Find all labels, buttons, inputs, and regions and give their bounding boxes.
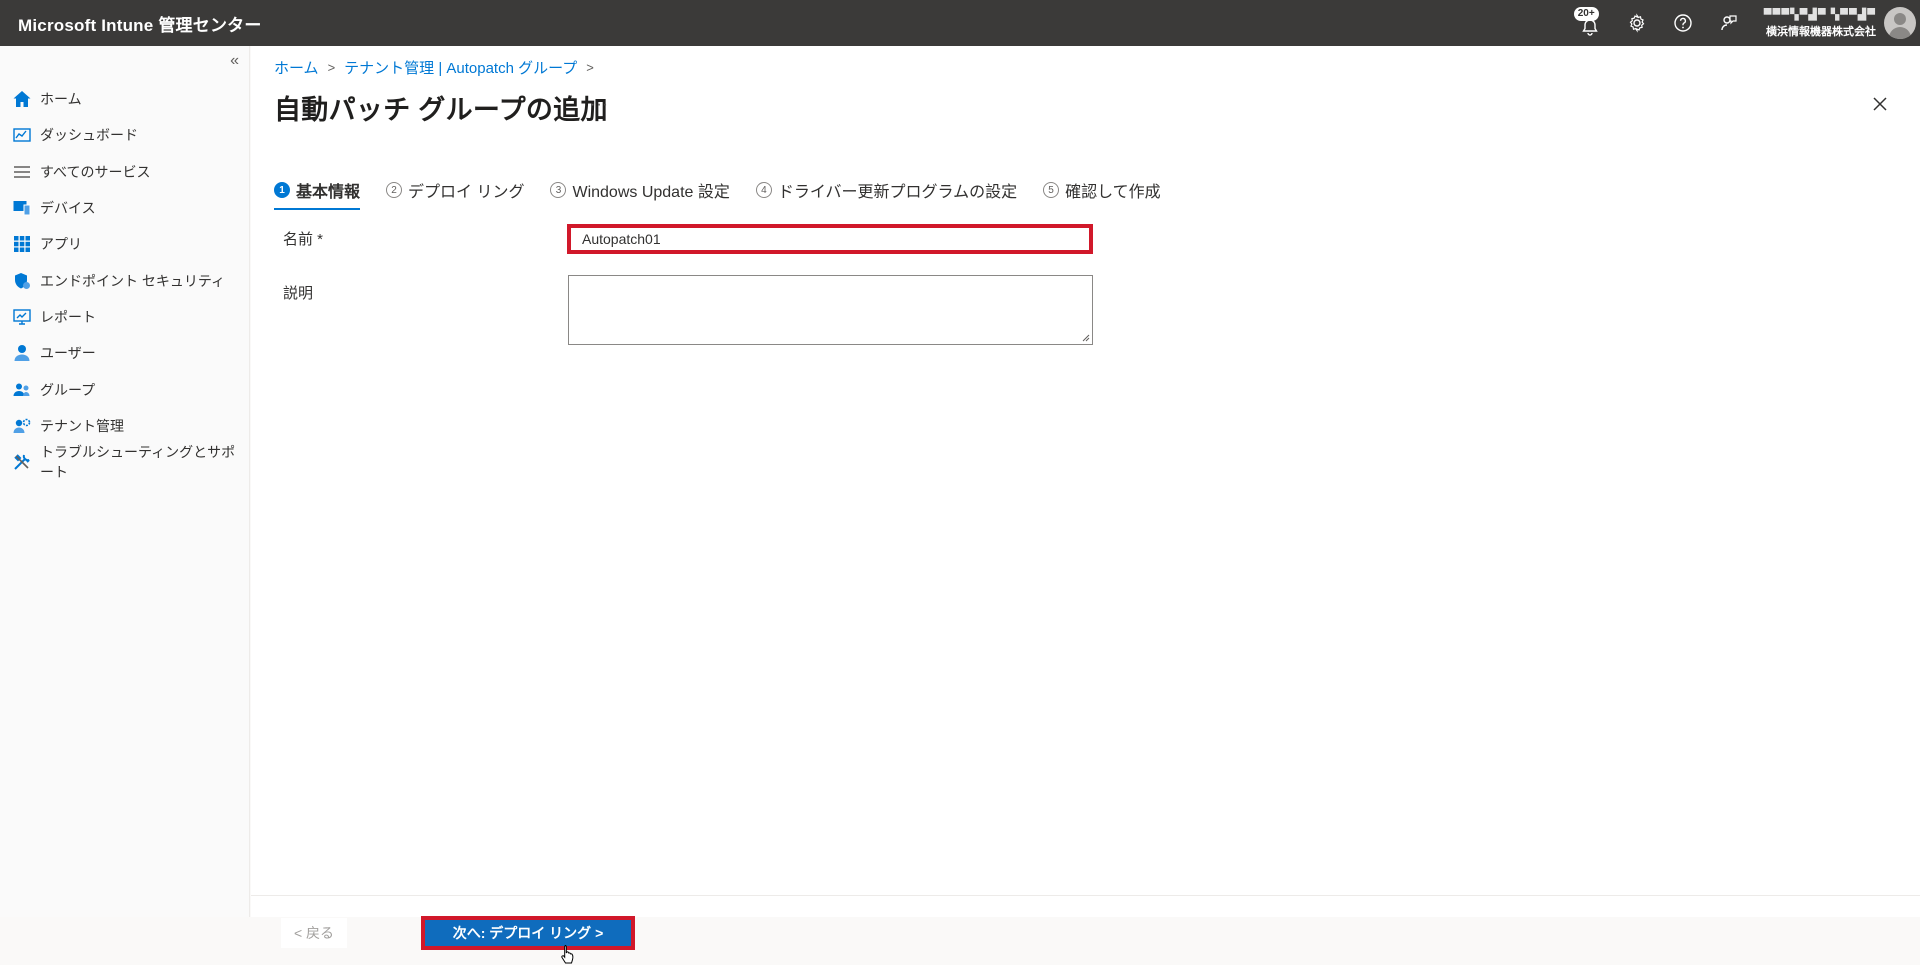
app-title[interactable]: Microsoft Intune 管理センター — [0, 11, 262, 36]
step-number: 5 — [1043, 182, 1060, 198]
user-icon — [12, 343, 32, 363]
breadcrumb-autopatch-link[interactable]: テナント管理 | Autopatch グループ — [344, 57, 577, 78]
shield-icon — [12, 271, 32, 291]
chevron-right-icon: > — [327, 60, 336, 75]
main-panel: ホーム > テナント管理 | Autopatch グループ > 自動パッチ グル… — [251, 46, 1920, 964]
list-icon — [12, 162, 32, 182]
sidebar-item-devices[interactable]: デバイス — [0, 190, 249, 226]
home-icon — [12, 89, 32, 109]
step-review-create[interactable]: 5 確認して作成 — [1043, 172, 1161, 208]
notifications-badge: 20+ — [1573, 7, 1599, 21]
sidebar-item-label: すべてのサービス — [40, 163, 151, 180]
step-windows-update-settings[interactable]: 3 Windows Update 設定 — [550, 172, 730, 208]
sidebar-item-tenant-admin[interactable]: テナント管理 — [0, 408, 249, 444]
step-driver-update-settings[interactable]: 4 ドライバー更新プログラムの設定 — [755, 172, 1018, 208]
step-label: Windows Update 設定 — [572, 184, 730, 201]
sidebar-item-users[interactable]: ユーザー — [0, 335, 249, 371]
sidebar-item-reports[interactable]: レポート — [0, 299, 249, 335]
settings-button[interactable] — [1614, 0, 1660, 46]
step-label: ドライバー更新プログラムの設定 — [777, 184, 1018, 201]
account-info[interactable]: ▀▀▀▚▀▟▀ ▚▀▀▟▀ 横浜情報機器株式会社 — [1764, 8, 1876, 39]
sidebar-item-apps[interactable]: アプリ — [0, 226, 249, 262]
name-label: 名前 * — [283, 231, 324, 248]
breadcrumb-home-link[interactable]: ホーム — [274, 57, 319, 78]
step-label: 基本情報 — [296, 184, 361, 201]
wizard-steps: 1 基本情報 2 デプロイ リング 3 Windows Update 設定 4 … — [274, 172, 1187, 212]
collapse-sidebar-button[interactable]: « — [230, 52, 239, 70]
name-input[interactable]: Autopatch01 — [567, 224, 1093, 254]
step-number: 4 — [755, 182, 772, 198]
apps-icon — [12, 234, 32, 254]
step-number: 2 — [386, 182, 403, 198]
sidebar-item-label: ダッシュボード — [40, 127, 138, 144]
sidebar-item-label: テナント管理 — [40, 417, 124, 434]
top-bar-actions: 20+ ▀▀▀▚▀▟▀ ▚▀▀▟▀ 横浜情報機器株式会社 — [1566, 0, 1920, 46]
sidebar-item-label: トラブルシューティングとサポート — [40, 444, 236, 481]
notifications-button[interactable]: 20+ — [1566, 0, 1614, 46]
sidebar-item-label: デバイス — [40, 200, 96, 217]
back-button[interactable]: < 戻る — [281, 918, 347, 948]
account-org: 横浜情報機器株式会社 — [1766, 25, 1876, 38]
chevron-right-icon: > — [586, 60, 594, 75]
sidebar-item-label: エンドポイント セキュリティ — [40, 272, 226, 289]
close-icon[interactable] — [1870, 94, 1890, 114]
page-title: 自動パッチ グループの追加 — [274, 95, 608, 125]
step-label: 確認して作成 — [1065, 184, 1161, 201]
tools-icon — [12, 452, 32, 472]
more-options-button[interactable]: ··· — [590, 96, 609, 114]
sidebar-item-all-services[interactable]: すべてのサービス — [0, 154, 249, 190]
sidebar-nav: ホーム ダッシュボード すべてのサービス デバイス アプリ エンドポイント セキ… — [0, 81, 249, 480]
groups-icon — [12, 380, 32, 400]
sidebar-item-groups[interactable]: グループ — [0, 371, 249, 407]
settings-icon — [1629, 13, 1645, 33]
account-name: ▀▀▀▚▀▟▀ ▚▀▀▟▀ — [1763, 8, 1876, 21]
sidebar-item-label: ホーム — [40, 91, 82, 108]
hand-cursor-icon — [561, 945, 574, 964]
avatar[interactable] — [1884, 7, 1916, 39]
step-number: 1 — [274, 182, 290, 198]
footer-divider — [251, 895, 1920, 896]
sidebar-item-home[interactable]: ホーム — [0, 81, 249, 117]
step-number: 3 — [550, 182, 567, 198]
sidebar-item-label: アプリ — [40, 236, 82, 253]
dashboard-icon — [12, 125, 32, 145]
help-button[interactable] — [1660, 0, 1706, 46]
step-basics[interactable]: 1 基本情報 — [274, 172, 361, 210]
resize-grip-icon[interactable] — [1080, 332, 1090, 342]
next-button[interactable]: 次へ: デプロイ リング > — [421, 916, 635, 950]
sidebar-item-troubleshooting[interactable]: トラブルシューティングとサポート — [0, 444, 249, 480]
description-label: 説明 — [283, 285, 314, 302]
breadcrumb: ホーム > テナント管理 | Autopatch グループ > — [274, 57, 603, 78]
sidebar-item-label: レポート — [40, 308, 96, 325]
devices-icon — [12, 198, 32, 218]
tenant-icon — [12, 416, 32, 436]
reports-icon — [12, 307, 32, 327]
step-deployment-rings[interactable]: 2 デプロイ リング — [386, 172, 524, 208]
sidebar: « ホーム ダッシュボード すべてのサービス デバイス アプリ エンドポイント … — [0, 46, 250, 917]
feedback-icon — [1721, 15, 1737, 31]
feedback-button[interactable] — [1706, 0, 1752, 46]
sidebar-item-dashboard[interactable]: ダッシュボード — [0, 117, 249, 153]
sidebar-item-label: グループ — [40, 381, 96, 398]
sidebar-item-endpoint-security[interactable]: エンドポイント セキュリティ — [0, 262, 249, 298]
help-icon — [1674, 14, 1692, 32]
sidebar-item-label: ユーザー — [40, 345, 96, 362]
step-label: デプロイ リング — [408, 184, 525, 201]
description-input[interactable] — [568, 275, 1093, 345]
top-bar: Microsoft Intune 管理センター 20+ ▀▀▀▚▀▟▀ ▚▀▀▟… — [0, 0, 1920, 46]
